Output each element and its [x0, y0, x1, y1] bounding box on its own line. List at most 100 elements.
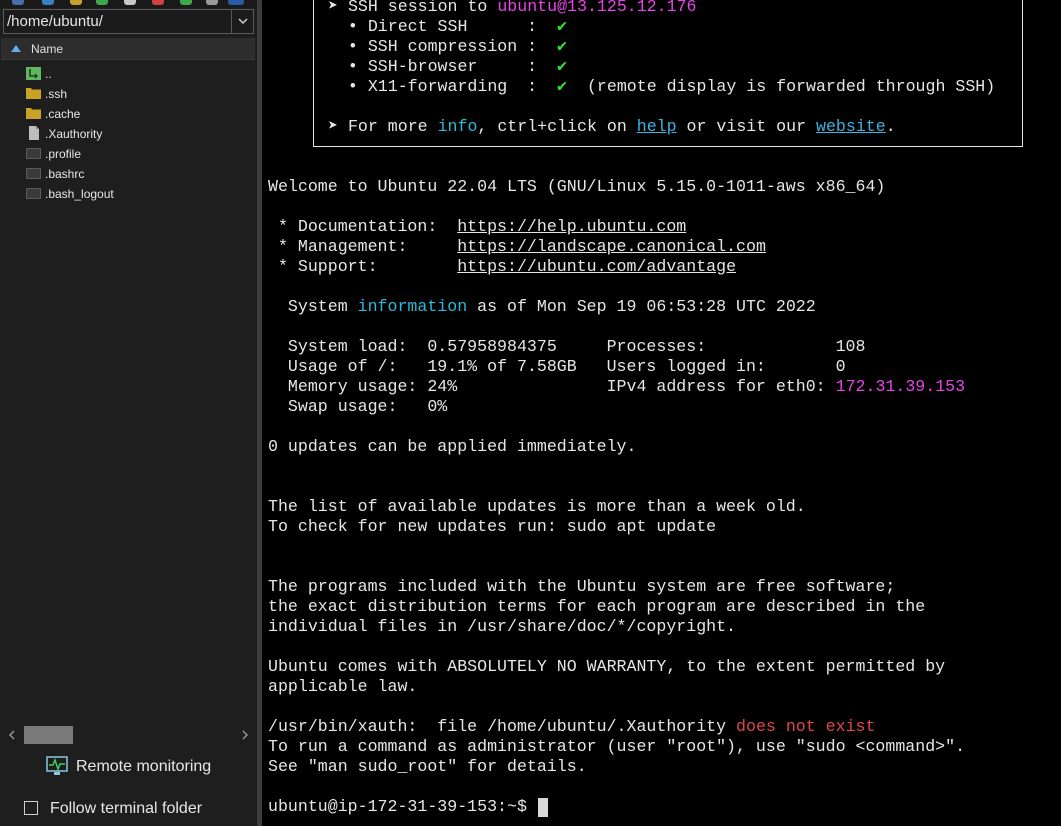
documentation-link[interactable]: https://help.ubuntu.com [457, 217, 686, 236]
more-text: . [885, 117, 896, 136]
file-row-parent[interactable]: .. [26, 64, 251, 84]
check-icon: ✔ [557, 57, 568, 76]
programs-line: the exact distribution terms for each pr… [268, 597, 926, 616]
script-file-icon [26, 188, 41, 199]
check-icon: ✔ [557, 17, 568, 36]
xauth-line: /usr/bin/xauth: file /home/ubuntu/.Xauth… [268, 717, 875, 737]
list-old-line: The list of available updates is more th… [268, 497, 806, 516]
shell-prompt: ubuntu@ip-172-31-39-153:~$ [268, 797, 537, 816]
sudo-hint-line: See "man sudo_root" for details. [268, 757, 587, 776]
system-info-line: System information as of Mon Sep 19 06:5… [268, 297, 816, 317]
xauth-text: /usr/bin/xauth: file /home/ubuntu/.Xauth… [268, 717, 737, 736]
ssh-session-prefix: ➤ SSH session to [328, 0, 498, 16]
follow-terminal-folder-label: Follow terminal folder [50, 800, 203, 817]
disk-usage-line: Usage of /: 19.1% of 7.58GB Users logged… [268, 357, 846, 376]
system-load-line: System load: 0.57958984375 Processes: 10… [268, 337, 866, 356]
help-link[interactable]: help [637, 117, 677, 136]
toolbar-icon[interactable] [124, 0, 136, 5]
path-text: /home/ubuntu/ [7, 13, 103, 30]
horizontal-scrollbar[interactable] [6, 726, 251, 744]
file-browser-panel: /home/ubuntu/ Name .. .ssh .cache .Xauth… [0, 0, 257, 826]
website-link[interactable]: website [816, 117, 886, 136]
chevron-right-icon[interactable] [241, 730, 249, 740]
file-row-cache[interactable]: .cache [26, 104, 251, 124]
file-name: .Xauthority [45, 127, 103, 141]
more-text: or visit our [676, 117, 817, 136]
terminal-cursor [538, 798, 548, 817]
programs-line: individual files in /usr/share/doc/*/cop… [268, 617, 737, 636]
script-file-icon [26, 168, 41, 179]
warranty-line: Ubuntu comes with ABSOLUTELY NO WARRANTY… [268, 657, 946, 676]
toolbar-icon[interactable] [12, 0, 24, 5]
toolbar-icon[interactable] [42, 0, 54, 5]
memory-usage-line: Memory usage: 24% IPv4 address for eth0:… [268, 377, 965, 397]
file-name: .ssh [45, 87, 68, 101]
feature-label: • SSH compression : [328, 37, 558, 56]
follow-terminal-folder-checkbox[interactable] [24, 801, 38, 815]
welcome-line: Welcome to Ubuntu 22.04 LTS (GNU/Linux 5… [268, 177, 886, 196]
feature-ssh-compression: • SSH compression : ✔ [328, 37, 567, 57]
more-info-line: ➤ For more info, ctrl+click on help or v… [328, 117, 896, 137]
documentation-label: * Documentation: [268, 217, 458, 236]
file-name: .bashrc [45, 167, 85, 181]
feature-direct-ssh: • Direct SSH : ✔ [328, 17, 567, 37]
xauth-error: does not exist [736, 717, 876, 736]
check-icon: ✔ [557, 77, 568, 96]
memory-usage-text: Memory usage: 24% IPv4 address for eth0: [268, 377, 836, 396]
feature-label: • X11-forwarding : [328, 77, 558, 96]
support-line: * Support: https://ubuntu.com/advantage [268, 257, 736, 277]
management-label: * Management: [268, 237, 458, 256]
parent-folder-icon [26, 67, 41, 80]
support-label: * Support: [268, 257, 458, 276]
file-row-xauthority[interactable]: .Xauthority [26, 124, 251, 144]
ssh-session-line: ➤ SSH session to ubuntu@13.125.12.176 [328, 0, 697, 17]
remote-monitoring-label: Remote monitoring [76, 758, 212, 775]
management-link[interactable]: https://landscape.canonical.com [457, 237, 766, 256]
toolbar-icon[interactable] [70, 0, 82, 5]
file-row-bash-logout[interactable]: .bash_logout [26, 184, 251, 204]
path-combobox[interactable]: /home/ubuntu/ [3, 9, 254, 34]
toolbar-icon[interactable] [152, 0, 164, 5]
scrollbar-thumb[interactable] [24, 726, 73, 744]
support-link[interactable]: https://ubuntu.com/advantage [457, 257, 736, 276]
column-header-label: Name [31, 42, 64, 56]
warranty-line: applicable law. [268, 677, 418, 696]
toolbar-icon[interactable] [96, 0, 108, 5]
feature-label: • SSH-browser : [328, 57, 558, 76]
file-name: .bash_logout [45, 187, 114, 201]
file-name: .. [45, 67, 52, 81]
system-info-suffix: as of Mon Sep 19 06:53:28 UTC 2022 [467, 297, 816, 316]
path-dropdown-button[interactable] [231, 10, 253, 33]
follow-terminal-folder[interactable]: Follow terminal folder [24, 799, 244, 821]
more-text: , ctrl+click on [477, 117, 637, 136]
more-prefix: ➤ For more [328, 117, 438, 136]
documentation-line: * Documentation: https://help.ubuntu.com [268, 217, 686, 237]
system-info-prefix: System [268, 297, 358, 316]
file-row-ssh[interactable]: .ssh [26, 84, 251, 104]
column-header-name[interactable]: Name [1, 38, 255, 60]
sudo-hint-line: To run a command as administrator (user … [268, 737, 966, 756]
feature-label: • Direct SSH : [328, 17, 558, 36]
toolbar-strip [0, 0, 257, 8]
file-name: .profile [45, 147, 82, 161]
sort-ascending-icon [11, 45, 21, 52]
toolbar-icon[interactable] [206, 0, 218, 5]
management-line: * Management: https://landscape.canonica… [268, 237, 766, 257]
feature-note: (remote display is forwarded through SSH… [567, 77, 996, 96]
toolbar-icon[interactable] [180, 0, 192, 5]
toolbar-icon[interactable] [228, 0, 244, 5]
file-row-bashrc[interactable]: .bashrc [26, 164, 251, 184]
scrollbar-track[interactable] [24, 726, 233, 744]
folder-icon [26, 88, 41, 99]
chevron-left-icon[interactable] [8, 730, 16, 740]
ssh-session-target: ubuntu@13.125.12.176 [497, 0, 697, 16]
chevron-down-icon [238, 18, 248, 25]
remote-monitoring-button[interactable]: Remote monitoring [46, 756, 246, 780]
feature-ssh-browser: • SSH-browser : ✔ [328, 57, 567, 77]
terminal[interactable]: ➤ SSH session to ubuntu@13.125.12.176 • … [262, 0, 1061, 826]
swap-usage-line: Swap usage: 0% [268, 397, 448, 416]
updates-line: 0 updates can be applied immediately. [268, 437, 637, 456]
file-row-profile[interactable]: .profile [26, 144, 251, 164]
ipv4-address: 172.31.39.153 [835, 377, 966, 396]
info-text: info [437, 117, 478, 136]
